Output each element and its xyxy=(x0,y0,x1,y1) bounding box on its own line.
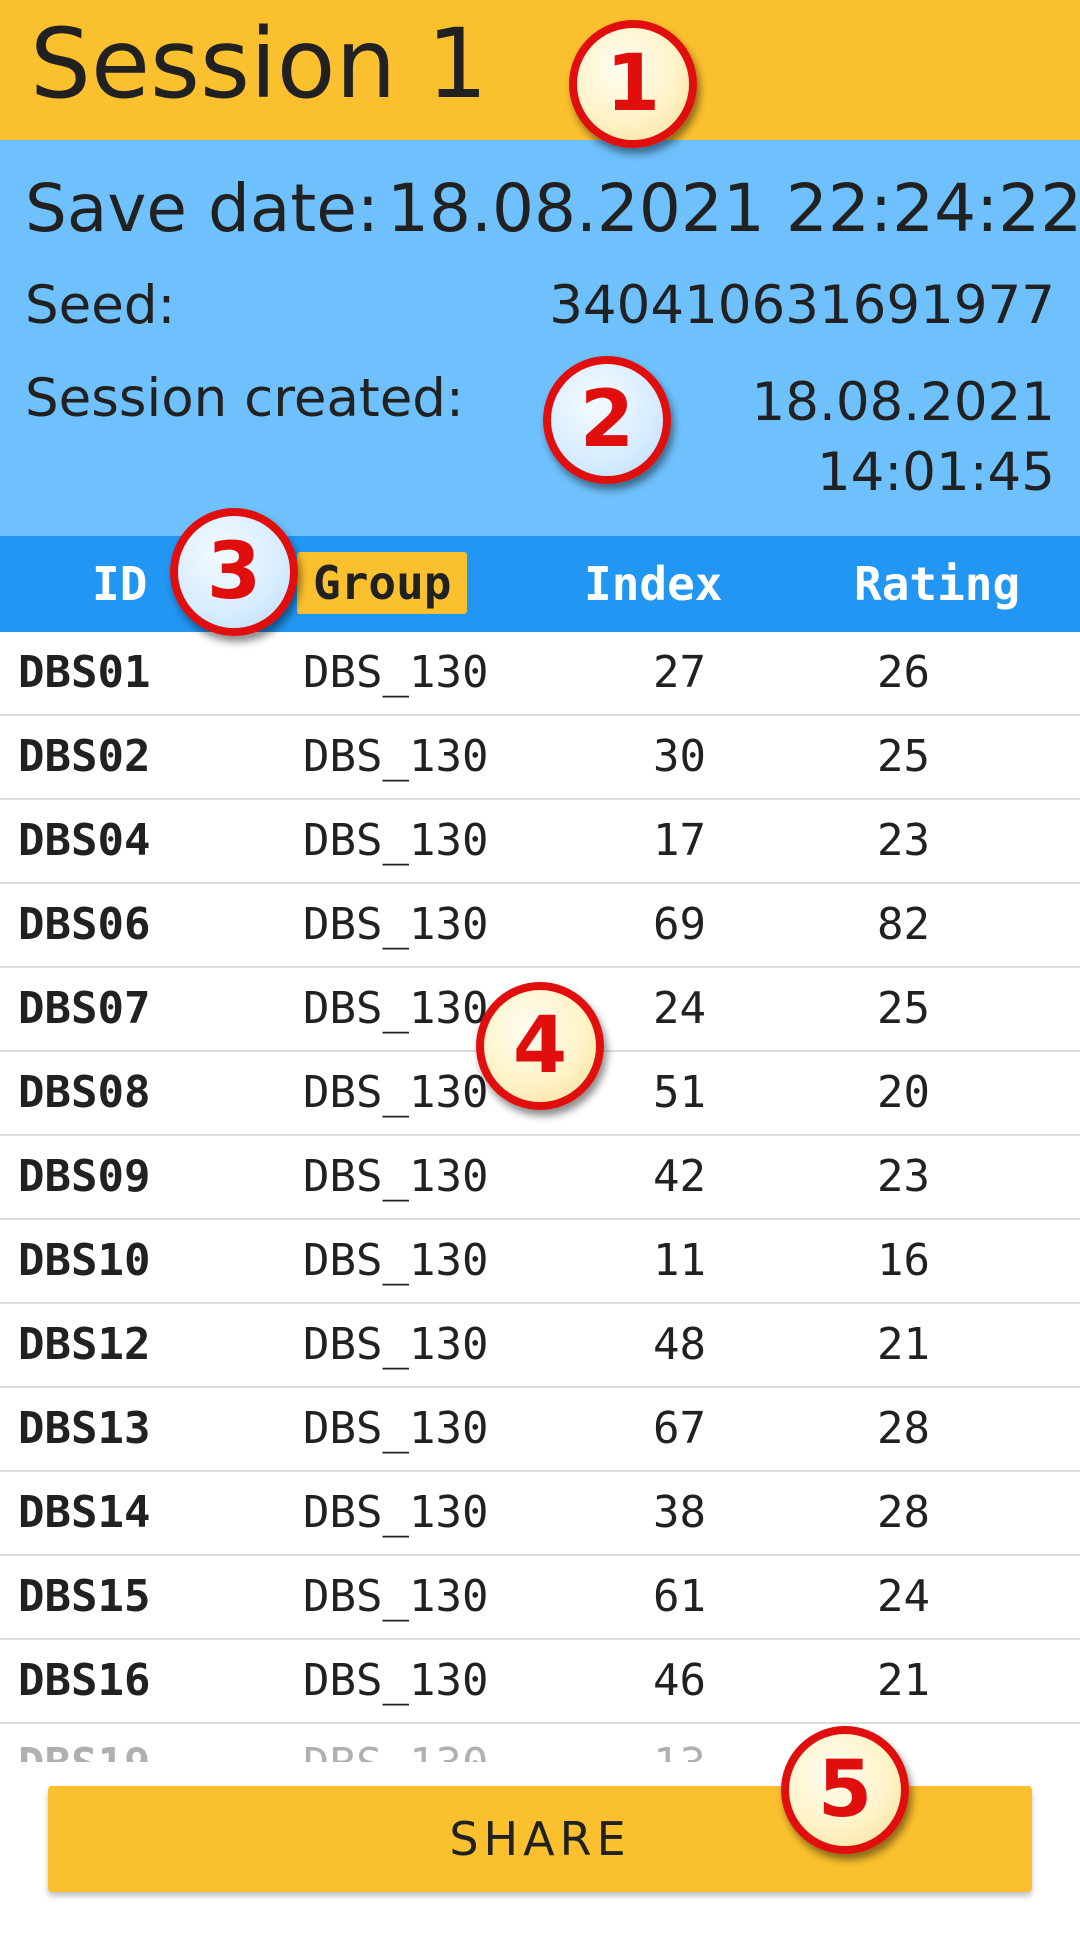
table-row[interactable]: DBS15 DBS_130 61 24 xyxy=(0,1556,1080,1640)
table-row[interactable]: DBS16 DBS_130 46 21 xyxy=(0,1640,1080,1724)
cell-index: 69 xyxy=(653,899,706,950)
cell-id: DBS16 xyxy=(18,1655,151,1706)
cell-id: DBS14 xyxy=(18,1487,151,1538)
session-info-panel: Save date: 18.08.2021 22:24:22 Seed: 340… xyxy=(0,140,1080,536)
cell-group: DBS_130 xyxy=(303,1571,489,1622)
table-row[interactable]: DBS10 DBS_130 11 16 xyxy=(0,1220,1080,1304)
session-title: Session 1 xyxy=(30,8,488,120)
cell-index: 11 xyxy=(653,1235,706,1286)
cell-rating: 23 xyxy=(877,1151,930,1202)
session-created-time: 14:01:45 xyxy=(816,442,1055,503)
cell-group: DBS_130 xyxy=(303,815,489,866)
table-row[interactable]: DBS06 DBS_130 69 82 xyxy=(0,884,1080,968)
cell-group: DBS_130 xyxy=(303,1724,488,1762)
cell-rating: 26 xyxy=(877,647,930,698)
cell-rating: 25 xyxy=(877,983,930,1034)
table-row[interactable]: DBS14 DBS_130 38 28 xyxy=(0,1472,1080,1556)
cell-index: 17 xyxy=(653,815,706,866)
cell-index: 51 xyxy=(653,1067,706,1118)
cell-id: DBS12 xyxy=(18,1319,151,1370)
cell-group: DBS_130 xyxy=(303,1655,489,1706)
cell-group: DBS_130 xyxy=(303,731,489,782)
cell-id: DBS13 xyxy=(18,1403,151,1454)
save-date-value: 18.08.2021 22:24:22 xyxy=(387,170,1080,247)
cell-id: DBS09 xyxy=(18,1151,151,1202)
table-row[interactable]: DBS02 DBS_130 30 25 xyxy=(0,716,1080,800)
cell-index: 38 xyxy=(653,1487,706,1538)
cell-rating: 25 xyxy=(877,731,930,782)
cell-index: 13 xyxy=(653,1724,706,1762)
cell-index: 61 xyxy=(653,1571,706,1622)
cell-group: DBS_130 xyxy=(303,1151,489,1202)
column-header-index[interactable]: Index xyxy=(584,536,722,632)
cell-group: DBS_130 xyxy=(303,1235,489,1286)
save-date-row: Save date: 18.08.2021 22:24:22 xyxy=(25,170,1080,250)
cell-rating: 21 xyxy=(877,1655,930,1706)
cell-rating: 28 xyxy=(877,1403,930,1454)
table-row[interactable]: DBS13 DBS_130 67 28 xyxy=(0,1388,1080,1472)
cell-rating: 20 xyxy=(877,1067,930,1118)
annotation-marker-4: 4 xyxy=(476,982,604,1110)
annotation-marker-3: 3 xyxy=(170,508,298,636)
save-date-label: Save date: xyxy=(25,170,380,247)
annotation-marker-5: 5 xyxy=(781,1726,909,1854)
annotation-marker-1: 1 xyxy=(569,20,697,148)
cell-rating: 24 xyxy=(877,1571,930,1622)
session-created-row: Session created: 18.08.2021 14:01:45 xyxy=(25,368,1055,508)
cell-id: DBS07 xyxy=(18,983,151,1034)
cell-group: DBS_130 xyxy=(303,1403,489,1454)
cell-id: DBS19 xyxy=(18,1724,150,1762)
seed-row: Seed: 340410631691977 xyxy=(25,275,1055,341)
table-row[interactable]: DBS19 DBS_130 13 xyxy=(0,1724,1080,1762)
cell-rating: 28 xyxy=(877,1487,930,1538)
cell-group: DBS_130 xyxy=(303,1487,489,1538)
cell-index: 67 xyxy=(653,1403,706,1454)
table-row[interactable]: DBS04 DBS_130 17 23 xyxy=(0,800,1080,884)
column-header-group[interactable]: Group xyxy=(297,552,468,614)
table-row[interactable]: DBS12 DBS_130 48 21 xyxy=(0,1304,1080,1388)
app-header: Session 1 xyxy=(0,0,1080,140)
session-created-label: Session created: xyxy=(25,368,464,429)
cell-index: 48 xyxy=(653,1319,706,1370)
results-table[interactable]: DBS01 DBS_130 27 26 DBS02 DBS_130 30 25 DBS04 DBS… xyxy=(0,632,1080,1762)
cell-rating: 23 xyxy=(877,815,930,866)
cell-id: DBS15 xyxy=(18,1571,151,1622)
cell-group: DBS_130 xyxy=(303,1319,489,1370)
cell-id: DBS02 xyxy=(18,731,151,782)
cell-id: DBS06 xyxy=(18,899,151,950)
column-header-id[interactable]: ID xyxy=(92,536,147,632)
cell-index: 30 xyxy=(653,731,706,782)
table-row[interactable]: DBS09 DBS_130 42 23 xyxy=(0,1136,1080,1220)
cell-id: DBS04 xyxy=(18,815,151,866)
cell-id: DBS08 xyxy=(18,1067,151,1118)
annotation-marker-2: 2 xyxy=(543,356,671,484)
cell-index: 42 xyxy=(653,1151,706,1202)
cell-group: DBS_130 xyxy=(303,899,489,950)
cell-rating: 82 xyxy=(877,899,930,950)
cell-rating: 16 xyxy=(877,1235,930,1286)
cell-index: 46 xyxy=(653,1655,706,1706)
seed-value: 340410631691977 xyxy=(549,275,1055,336)
cell-group: DBS_130 xyxy=(303,647,489,698)
cell-id: DBS10 xyxy=(18,1235,151,1286)
session-created-value: 18.08.2021 14:01:45 xyxy=(695,368,1055,508)
cell-id: DBS01 xyxy=(18,647,151,698)
cell-index: 27 xyxy=(653,647,706,698)
cell-index: 24 xyxy=(653,983,706,1034)
table-row[interactable]: DBS01 DBS_130 27 26 xyxy=(0,632,1080,716)
footer: SHARE xyxy=(0,1762,1080,1942)
cell-group: DBS_130 xyxy=(303,1067,489,1118)
table-header: ID Group Index Rating xyxy=(0,536,1080,632)
cell-group: DBS_130 xyxy=(303,983,489,1034)
cell-rating: 21 xyxy=(877,1319,930,1370)
column-header-rating[interactable]: Rating xyxy=(854,536,1020,632)
seed-label: Seed: xyxy=(25,275,176,336)
session-created-date: 18.08.2021 xyxy=(751,372,1055,433)
